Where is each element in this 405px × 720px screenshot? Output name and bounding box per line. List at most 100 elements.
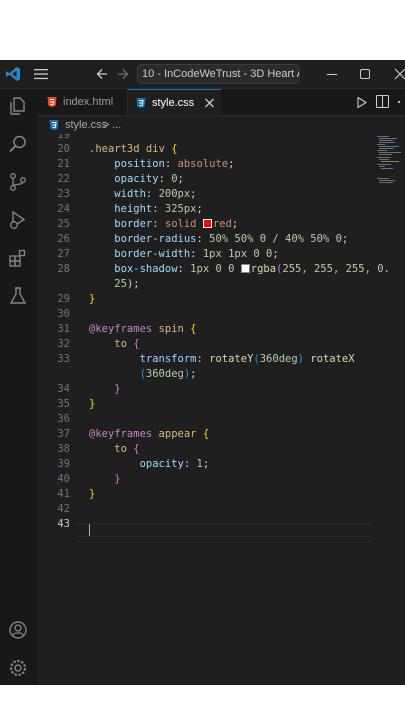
forward-arrow-icon[interactable] <box>117 60 129 88</box>
line-number: 26 <box>57 233 70 245</box>
split-editor-icon[interactable] <box>376 95 389 108</box>
vscode-logo-icon[interactable] <box>5 66 21 82</box>
run-debug-icon[interactable] <box>8 210 28 230</box>
brace: { <box>190 323 197 335</box>
brace: } <box>89 293 96 305</box>
minimap[interactable] <box>377 134 405 194</box>
breadcrumb-file[interactable]: style.css <box>65 116 107 134</box>
color-swatch-white[interactable] <box>240 264 250 273</box>
code-line: border-radius: 50% 50% 0 / 40% 50% 0; <box>114 233 349 245</box>
code-line: border: solid red; <box>114 218 239 230</box>
editor-tab-bar: index.html style.css <box>37 89 405 116</box>
run-file-icon[interactable] <box>357 97 367 108</box>
tab-style-css[interactable]: style.css <box>128 89 221 115</box>
code-line: } <box>89 293 95 305</box>
line-number: 30 <box>57 308 70 320</box>
keyframe-selector: to <box>114 338 127 350</box>
code-line-wrapped: 25); <box>89 278 139 290</box>
files-icon[interactable] <box>8 96 28 116</box>
code-line: } <box>89 398 95 410</box>
css-value: 360deg <box>259 353 298 365</box>
maximize-icon[interactable] <box>359 60 371 88</box>
breadcrumb: style.css > ... <box>37 116 405 134</box>
back-arrow-icon[interactable] <box>96 60 108 88</box>
line-number: 29 <box>57 293 70 305</box>
code-line: } <box>89 488 95 500</box>
command-center-title[interactable]: 10 - InCodeWeTrust - 3D Heart Animat <box>137 64 300 84</box>
code-line: box-shadow: 1px 0 0 rgba(255, 255, 255, … <box>114 263 390 275</box>
search-icon[interactable] <box>8 134 28 154</box>
code-line: to { <box>89 338 140 350</box>
line-number: 37 <box>57 428 70 440</box>
brace: } <box>114 473 121 485</box>
css-function: rotateX <box>310 353 355 365</box>
line-number: 28 <box>57 263 70 275</box>
css-property: box-shadow <box>114 263 178 275</box>
hamburger-menu-icon[interactable] <box>34 60 48 88</box>
line-number: 39 <box>57 458 70 470</box>
tab-index-html[interactable]: index.html <box>37 89 128 115</box>
css3-icon <box>49 120 59 130</box>
breadcrumb-symbols[interactable]: ... <box>112 116 121 134</box>
line-number-active: 43 <box>57 518 70 530</box>
code-line: position: absolute; <box>114 158 235 170</box>
css-value: 255, 255, 255, 0. <box>282 263 390 275</box>
brace: { <box>133 338 140 350</box>
line-number: 27 <box>57 248 70 260</box>
testing-icon[interactable] <box>8 286 28 306</box>
source-control-icon[interactable] <box>8 172 28 192</box>
line-number: 25 <box>57 218 70 230</box>
code-line-wrapped: (360deg); <box>139 368 197 380</box>
line-number: 19 <box>57 134 70 141</box>
account-icon[interactable] <box>8 620 28 640</box>
code-line: @keyframes spin { <box>89 323 197 335</box>
code-line: opacity: 0; <box>114 173 184 185</box>
css-property: opacity <box>139 458 184 470</box>
css-value: 1 <box>196 458 203 470</box>
css-value: 200px <box>158 188 191 200</box>
code-line: transform: rotateY(360deg) rotateX <box>139 353 355 365</box>
css-value: 325px <box>164 203 197 215</box>
code-line: border-width: 1px 1px 0 0; <box>114 248 279 260</box>
code-line: @keyframes appear { <box>89 428 209 440</box>
close-window-icon[interactable] <box>394 60 405 88</box>
settings-gear-icon[interactable] <box>8 658 28 678</box>
code-line: opacity: 1; <box>139 458 210 470</box>
code-line: to { <box>89 443 140 455</box>
css-property: position <box>114 158 165 170</box>
css-value: 25 <box>114 278 127 290</box>
line-number: 42 <box>57 503 70 515</box>
close-tab-icon[interactable] <box>205 90 214 116</box>
css-property: width <box>114 188 146 200</box>
code-editor[interactable]: 19 20 21 22 23 24 25 26 27 28 29 30 31 3… <box>37 134 405 685</box>
color-swatch-red[interactable] <box>202 219 212 228</box>
css-value: 1px 1px 0 0 <box>202 248 273 260</box>
tab-label: style.css <box>152 97 195 109</box>
line-number: 38 <box>57 443 70 455</box>
breadcrumb-separator: > <box>103 119 110 131</box>
brace: { <box>171 143 178 155</box>
brace: } <box>89 488 96 500</box>
css-value: 360deg <box>145 368 184 380</box>
line-number: 41 <box>57 488 70 500</box>
css-property: opacity <box>114 173 159 185</box>
punctuation: ; <box>190 368 197 380</box>
line-number: 22 <box>57 173 70 185</box>
activity-bar <box>0 89 38 685</box>
brace: { <box>202 428 210 440</box>
css3-icon <box>136 98 146 108</box>
keyframes-name: spin <box>158 323 184 335</box>
extensions-icon[interactable] <box>8 248 28 268</box>
css-property: transform <box>139 353 197 365</box>
css-value: solid <box>164 218 197 230</box>
tab-label: index.html <box>63 96 114 108</box>
keyframe-selector: to <box>114 443 127 455</box>
css-function: rotateY <box>209 353 254 365</box>
brace: } <box>89 398 96 410</box>
line-number: 33 <box>57 353 70 365</box>
minimize-icon[interactable] <box>326 60 338 88</box>
code-line: width: 200px; <box>114 188 197 200</box>
css-property: border <box>114 218 153 230</box>
brace: { <box>133 443 140 455</box>
more-actions-icon[interactable] <box>397 89 405 115</box>
